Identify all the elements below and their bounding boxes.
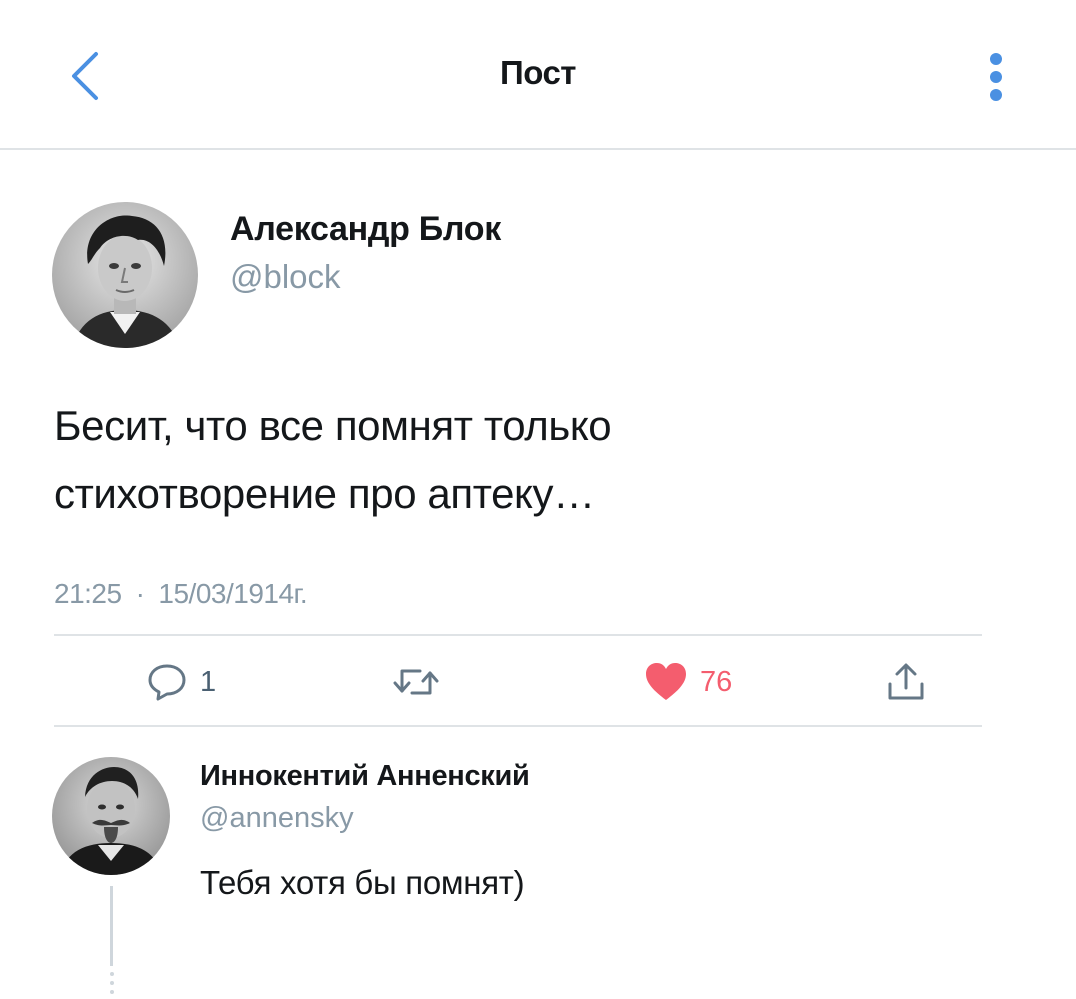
like-count: 76: [700, 665, 733, 698]
divider: [54, 634, 982, 636]
reply-author-name[interactable]: Иннокентий Анненский: [200, 760, 530, 793]
reply-count: 1: [200, 665, 217, 698]
comment-icon: [148, 664, 186, 701]
thread-line: [110, 886, 113, 966]
author-handle[interactable]: @block: [230, 258, 341, 296]
thread-dot: [110, 990, 114, 994]
reply-author-photo: [52, 757, 170, 875]
more-options-button[interactable]: [982, 50, 1010, 104]
meta-separator: ·: [135, 578, 145, 609]
author-photo: [52, 202, 198, 348]
post-text-line: Бесит, что все помнят только: [54, 402, 612, 449]
post-text-line: стихотворение про аптеку…: [54, 470, 595, 517]
reply-author-handle[interactable]: @annensky: [200, 802, 354, 835]
thread-dot: [110, 972, 114, 976]
page-title: Пост: [500, 54, 576, 91]
divider: [54, 725, 982, 727]
thread-dot: [110, 981, 114, 985]
share-button[interactable]: [884, 656, 928, 708]
post-date: 15/03/1914г.: [158, 578, 308, 609]
reply-text: Тебя хотя бы помнят): [200, 864, 525, 901]
more-vertical-icon: [990, 53, 1002, 101]
retweet-icon: [393, 669, 439, 695]
author-avatar[interactable]: [52, 202, 198, 348]
post-timestamp: 21:25 · 15/03/1914г.: [54, 578, 308, 610]
thread-continuation-dots: [110, 972, 114, 999]
like-button[interactable]: 76: [644, 656, 732, 708]
reply-button[interactable]: 1: [146, 656, 216, 708]
post-text: Бесит, что все помнят только стихотворен…: [54, 392, 954, 528]
author-name[interactable]: Александр Блок: [230, 210, 501, 249]
top-bar: Пост: [0, 0, 1076, 150]
heart-icon: [646, 663, 686, 700]
retweet-button[interactable]: [392, 656, 440, 708]
post-time: 21:25: [54, 578, 122, 609]
share-icon: [888, 663, 924, 700]
reply-author-avatar[interactable]: [52, 757, 170, 875]
